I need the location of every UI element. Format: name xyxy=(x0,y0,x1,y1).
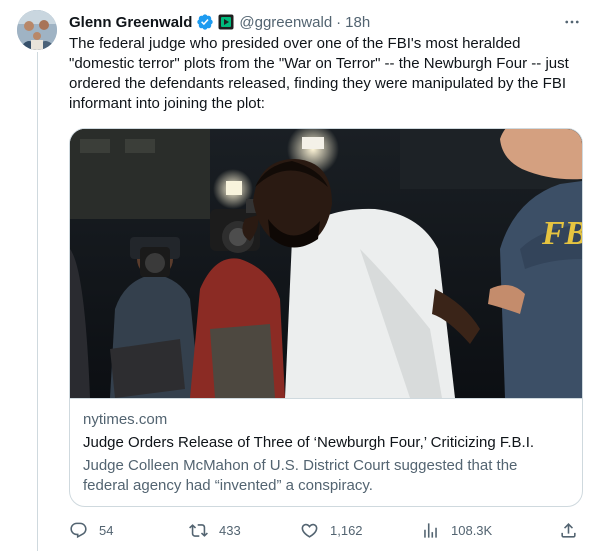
tweet-text: The federal judge who presided over one … xyxy=(69,35,569,112)
retweet-button[interactable]: 433 xyxy=(189,518,241,542)
retweet-icon xyxy=(189,523,208,537)
card-description: Judge Colleen McMahon of U.S. District C… xyxy=(83,457,518,494)
card-image[interactable]: FBI xyxy=(70,129,582,398)
verified-badge-icon xyxy=(197,14,214,30)
reply-button[interactable]: 54 xyxy=(69,518,113,542)
avatar[interactable] xyxy=(17,10,57,50)
card-body[interactable]: nytimes.com Judge Orders Release of Thre… xyxy=(70,398,582,506)
retweet-count: 433 xyxy=(219,522,241,538)
action-bar: 54 433 1,162 108.3K xyxy=(69,518,581,542)
views-button[interactable]: 108.3K xyxy=(421,518,492,542)
card-domain: nytimes.com xyxy=(83,411,168,428)
like-count: 1,162 xyxy=(330,522,363,538)
thread-line xyxy=(37,52,38,551)
author-name[interactable]: Glenn Greenwald xyxy=(69,14,192,31)
views-chart-icon xyxy=(424,522,437,538)
more-options-icon[interactable] xyxy=(560,10,584,34)
reply-count: 54 xyxy=(99,522,114,538)
like-button[interactable]: 1,162 xyxy=(300,518,363,542)
tweet[interactable]: Glenn Greenwald @ggreenwald · 18h The fe… xyxy=(0,0,598,551)
header-separator: · xyxy=(336,13,342,31)
author-handle[interactable]: @ggreenwald xyxy=(239,14,332,31)
card-title[interactable]: Judge Orders Release of Three of ‘Newbur… xyxy=(83,434,534,451)
share-button[interactable] xyxy=(559,518,578,542)
tweet-timestamp[interactable]: 18h xyxy=(345,14,370,31)
reply-icon xyxy=(70,522,87,538)
tweet-header: Glenn Greenwald @ggreenwald · 18h xyxy=(69,12,370,32)
share-icon xyxy=(561,522,576,538)
subscription-badge-icon xyxy=(218,14,234,30)
fbi-jacket-text: FBI xyxy=(541,215,582,252)
heart-icon xyxy=(301,523,318,538)
views-count: 108.3K xyxy=(451,522,493,538)
link-card[interactable]: FBI nytimes.com Judge Orders Release of … xyxy=(69,128,583,507)
